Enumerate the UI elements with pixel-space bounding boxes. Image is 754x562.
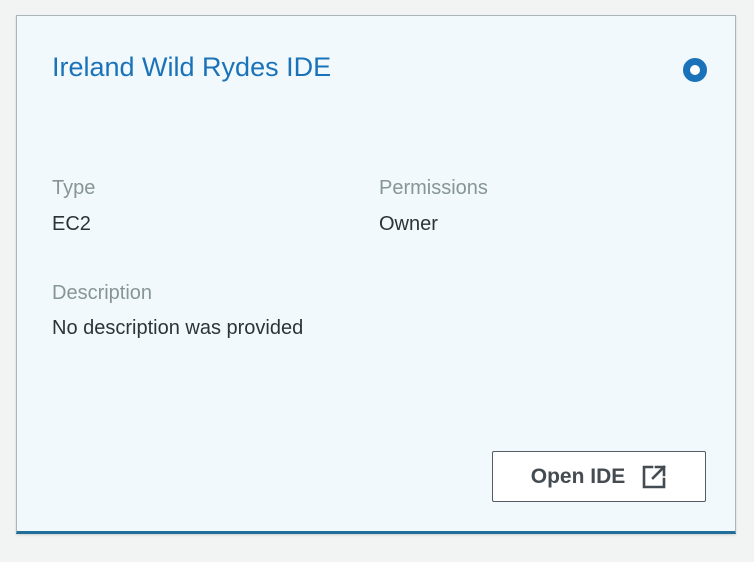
open-ide-button[interactable]: Open IDE xyxy=(492,451,706,502)
description-value: No description was provided xyxy=(52,317,304,339)
environment-title[interactable]: Ireland Wild Rydes IDE xyxy=(52,52,331,83)
environment-card[interactable]: Ireland Wild Rydes IDE Type EC2 Permissi… xyxy=(16,15,736,534)
permissions-label: Permissions xyxy=(379,177,488,199)
radio-selected-icon[interactable] xyxy=(683,58,707,82)
description-label: Description xyxy=(52,282,153,304)
external-link-icon xyxy=(641,464,667,490)
type-value: EC2 xyxy=(52,213,91,235)
permissions-value: Owner xyxy=(379,213,438,235)
type-label: Type xyxy=(52,177,96,199)
open-ide-button-label: Open IDE xyxy=(530,464,626,488)
